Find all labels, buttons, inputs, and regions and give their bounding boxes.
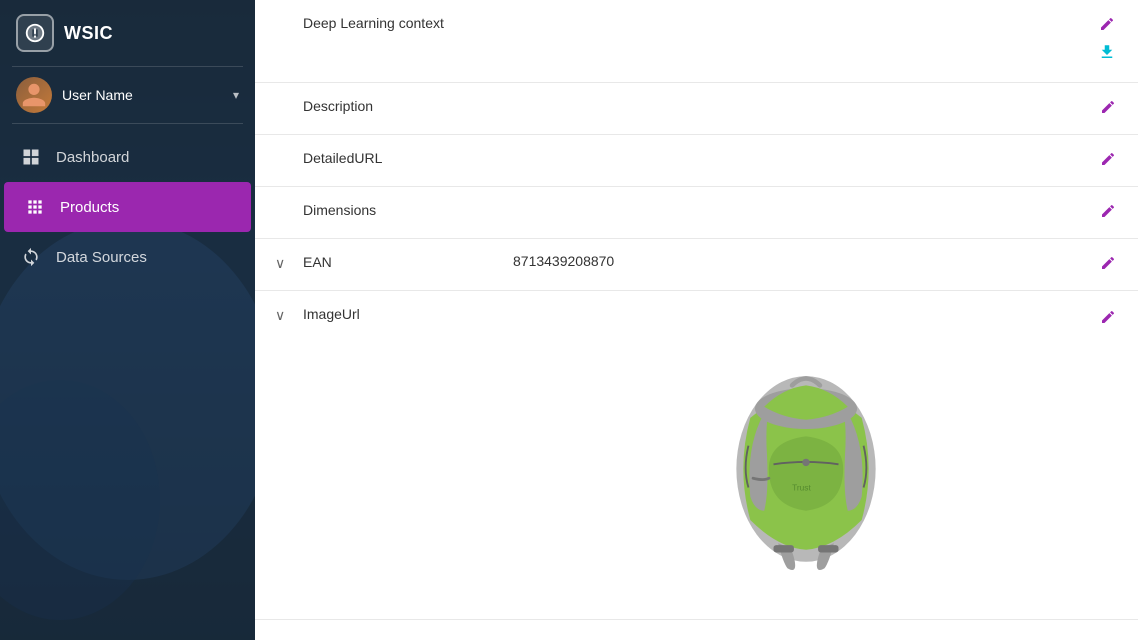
sidebar-divider-2 (12, 123, 243, 124)
avatar (16, 77, 52, 113)
field-name-deep-learning: Deep Learning context (303, 14, 503, 31)
field-actions-ean (1098, 253, 1118, 276)
backpack-image: Trust (513, 305, 1098, 605)
expand-ean-icon[interactable]: ∨ (275, 255, 295, 272)
sidebar: WSIC User Name ▾ Dashboard (0, 0, 255, 640)
edit-icon-deep-learning[interactable] (1097, 14, 1117, 37)
field-actions-deep-learning (1096, 14, 1118, 68)
apps-icon (24, 196, 46, 218)
sidebar-item-dashboard[interactable]: Dashboard (0, 132, 255, 182)
user-chevron-down-icon[interactable]: ▾ (233, 88, 239, 102)
sidebar-item-datasources-label: Data Sources (56, 249, 147, 266)
logo-svg (24, 22, 46, 44)
user-name: User Name (62, 87, 223, 103)
sidebar-header: WSIC (0, 0, 255, 66)
expand-imageurl-icon[interactable]: ∨ (275, 307, 295, 324)
field-row-imageurl: ∨ ImageUrl (255, 291, 1138, 620)
sidebar-item-dashboard-label: Dashboard (56, 149, 129, 166)
field-name-description: Description (303, 97, 503, 114)
field-row-dimensions: Dimensions (255, 187, 1138, 239)
field-row-deep-learning: Deep Learning context (255, 0, 1138, 83)
edit-icon-detailedurl[interactable] (1098, 149, 1118, 172)
sidebar-item-products[interactable]: Products (4, 182, 251, 232)
field-value-imageurl: Trust (503, 305, 1098, 605)
edit-icon-description[interactable] (1098, 97, 1118, 120)
avatar-icon (20, 81, 48, 109)
download-icon-deep-learning[interactable] (1096, 41, 1118, 68)
svg-text:Trust: Trust (792, 482, 811, 492)
field-row-ean: ∨ EAN 8713439208870 (255, 239, 1138, 291)
field-name-imageurl: ImageUrl (303, 305, 503, 322)
app-title: WSIC (64, 23, 113, 44)
field-actions-detailedurl (1098, 149, 1118, 172)
field-row-description: Description (255, 83, 1138, 135)
grid-icon (20, 146, 42, 168)
field-name-detailedurl: DetailedURL (303, 149, 503, 166)
sync-icon (20, 246, 42, 268)
logo-icon (16, 14, 54, 52)
edit-icon-ean[interactable] (1098, 253, 1118, 276)
sidebar-item-products-label: Products (60, 199, 119, 216)
field-actions-dimensions (1098, 201, 1118, 224)
field-value-ean: 8713439208870 (503, 253, 1098, 269)
field-name-dimensions: Dimensions (303, 201, 503, 218)
field-actions-imageurl (1098, 307, 1118, 330)
field-name-ean: EAN (303, 253, 503, 270)
field-row-detailedurl: DetailedURL (255, 135, 1138, 187)
field-actions-description (1098, 97, 1118, 120)
edit-icon-dimensions[interactable] (1098, 201, 1118, 224)
user-section[interactable]: User Name ▾ (0, 67, 255, 123)
nav-items: Dashboard Products Data Sources (0, 132, 255, 282)
main-content: Deep Learning context Description (255, 0, 1138, 640)
content-scroll[interactable]: Deep Learning context Description (255, 0, 1138, 640)
sidebar-item-datasources[interactable]: Data Sources (0, 232, 255, 282)
backpack-svg: Trust (686, 325, 926, 585)
edit-icon-imageurl[interactable] (1098, 307, 1118, 330)
